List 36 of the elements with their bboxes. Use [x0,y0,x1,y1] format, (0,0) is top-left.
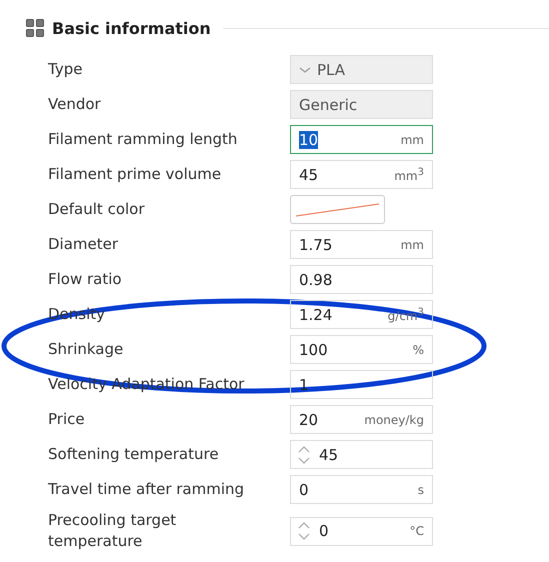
field-label: Shrinkage [48,340,124,358]
unit-label: °C [410,524,424,538]
input-field[interactable]: 1.75 mm [290,230,433,259]
input-field[interactable]: 100 % [290,335,433,364]
field-label: Filament prime volume [48,165,222,183]
input-field[interactable]: 0 s [290,475,433,504]
input-field[interactable]: 45 mm$^{3}$ [290,160,433,189]
type-dropdown[interactable]: PLA [290,55,433,84]
spin-arrows-icon[interactable] [297,444,311,466]
vendor-field: Generic [290,90,433,119]
field-label: Travel time after ramming [48,480,244,498]
field-label: Diameter [48,235,118,253]
field-label: Price [48,410,85,428]
unit-label: % [412,342,424,356]
unit-label: money/kg [364,412,424,426]
section-title: Basic information [52,18,211,38]
unit-label: s [418,482,424,496]
field-label: Softening temperature [48,445,219,463]
field-label: Flow ratio [48,270,122,288]
unit-label: mm$^{3}$ [394,166,424,182]
unit-label: mm [400,132,424,146]
field-label: Default color [48,200,145,218]
field-label: Filament ramming length [48,130,238,148]
chevron-down-icon [299,66,311,74]
color-button[interactable] [290,195,385,224]
input-field[interactable]: 0.98 [290,265,433,294]
grid-icon [26,19,44,37]
spin-field[interactable]: 45 [290,440,433,469]
field-label: Vendor [48,95,101,113]
spin-arrows-icon[interactable] [297,520,311,542]
field-label: Type [48,60,82,78]
spin-field[interactable]: 0 °C [290,516,433,546]
unit-label: mm [400,238,424,252]
input-field[interactable]: 20 money/kg [290,405,433,434]
input-field[interactable]: 10 mm [290,125,433,154]
field-label: Precooling target temperature [48,511,176,550]
